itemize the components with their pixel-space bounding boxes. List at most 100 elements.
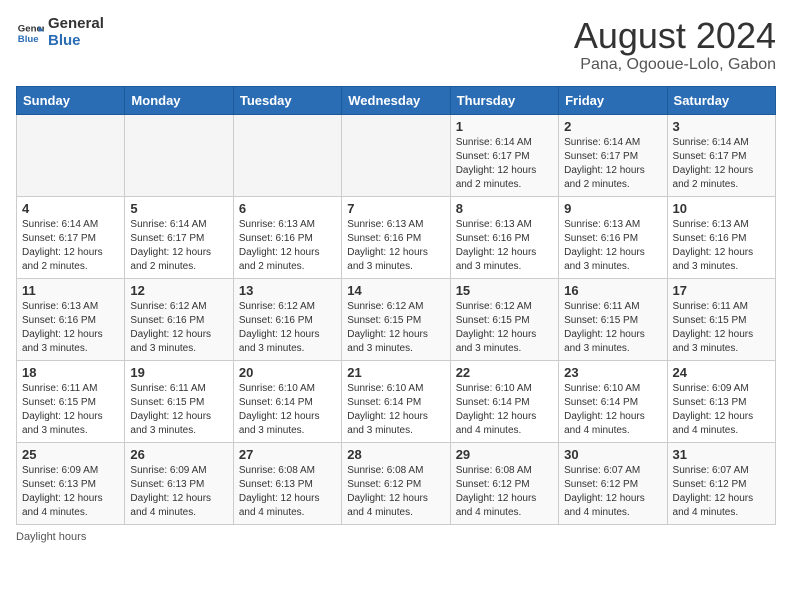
calendar-cell: 2 Sunrise: 6:14 AM Sunset: 6:17 PM Daylig… <box>559 114 667 196</box>
day-number: 14 <box>347 283 444 298</box>
calendar-week-row: 4 Sunrise: 6:14 AM Sunset: 6:17 PM Daylig… <box>17 196 776 278</box>
calendar-cell: 7 Sunrise: 6:13 AM Sunset: 6:16 PM Daylig… <box>342 196 450 278</box>
day-info: Sunrise: 6:13 AM Sunset: 6:16 PM Dayligh… <box>22 300 119 356</box>
calendar-header-row: SundayMondayTuesdayWednesdayThursdayFrid… <box>17 86 776 114</box>
day-info: Sunrise: 6:09 AM Sunset: 6:13 PM Dayligh… <box>22 464 119 520</box>
calendar-cell: 24 Sunrise: 6:09 AM Sunset: 6:13 PM Dayli… <box>667 360 775 442</box>
logo-icon: General Blue <box>16 19 44 47</box>
day-info: Sunrise: 6:10 AM Sunset: 6:14 PM Dayligh… <box>456 382 553 438</box>
day-info: Sunrise: 6:07 AM Sunset: 6:12 PM Dayligh… <box>564 464 661 520</box>
day-info: Sunrise: 6:10 AM Sunset: 6:14 PM Dayligh… <box>239 382 336 438</box>
day-info: Sunrise: 6:12 AM Sunset: 6:15 PM Dayligh… <box>347 300 444 356</box>
day-info: Sunrise: 6:11 AM Sunset: 6:15 PM Dayligh… <box>673 300 770 356</box>
day-info: Sunrise: 6:14 AM Sunset: 6:17 PM Dayligh… <box>673 136 770 192</box>
day-number: 7 <box>347 201 444 216</box>
day-number: 29 <box>456 447 553 462</box>
header: General Blue General Blue August 2024 Pa… <box>16 16 776 74</box>
day-header-friday: Friday <box>559 86 667 114</box>
calendar-cell: 17 Sunrise: 6:11 AM Sunset: 6:15 PM Dayli… <box>667 278 775 360</box>
day-info: Sunrise: 6:11 AM Sunset: 6:15 PM Dayligh… <box>130 382 227 438</box>
calendar-cell <box>342 114 450 196</box>
day-info: Sunrise: 6:14 AM Sunset: 6:17 PM Dayligh… <box>130 218 227 274</box>
calendar-cell: 25Sunrise: 6:09 AM Sunset: 6:13 PM Dayli… <box>17 442 125 524</box>
logo-general-text: General <box>48 16 104 33</box>
calendar-cell: 23 Sunrise: 6:10 AM Sunset: 6:14 PM Dayli… <box>559 360 667 442</box>
day-info: Sunrise: 6:12 AM Sunset: 6:16 PM Dayligh… <box>239 300 336 356</box>
calendar-cell: 18 Sunrise: 6:11 AM Sunset: 6:15 PM Dayli… <box>17 360 125 442</box>
calendar-cell <box>17 114 125 196</box>
calendar-cell: 28Sunrise: 6:08 AM Sunset: 6:12 PM Dayli… <box>342 442 450 524</box>
svg-text:Blue: Blue <box>18 33 39 44</box>
day-header-tuesday: Tuesday <box>233 86 341 114</box>
day-number: 20 <box>239 365 336 380</box>
day-number: 27 <box>239 447 336 462</box>
day-header-wednesday: Wednesday <box>342 86 450 114</box>
day-number: 10 <box>673 201 770 216</box>
day-number: 13 <box>239 283 336 298</box>
calendar-week-row: 18 Sunrise: 6:11 AM Sunset: 6:15 PM Dayli… <box>17 360 776 442</box>
day-number: 5 <box>130 201 227 216</box>
calendar-cell: 4Sunrise: 6:14 AM Sunset: 6:17 PM Daylig… <box>17 196 125 278</box>
day-info: Sunrise: 6:11 AM Sunset: 6:15 PM Dayligh… <box>22 382 119 438</box>
day-number: 8 <box>456 201 553 216</box>
day-number: 28 <box>347 447 444 462</box>
day-number: 4 <box>22 201 119 216</box>
calendar-cell: 1 Sunrise: 6:14 AM Sunset: 6:17 PM Daylig… <box>450 114 558 196</box>
calendar-cell: 27Sunrise: 6:08 AM Sunset: 6:13 PM Dayli… <box>233 442 341 524</box>
calendar-title: August 2024 <box>574 16 776 56</box>
day-number: 31 <box>673 447 770 462</box>
calendar-cell: 31Sunrise: 6:07 AM Sunset: 6:12 PM Dayli… <box>667 442 775 524</box>
day-number: 30 <box>564 447 661 462</box>
day-info: Sunrise: 6:13 AM Sunset: 6:16 PM Dayligh… <box>239 218 336 274</box>
day-info: Sunrise: 6:10 AM Sunset: 6:14 PM Dayligh… <box>564 382 661 438</box>
day-info: Sunrise: 6:13 AM Sunset: 6:16 PM Dayligh… <box>564 218 661 274</box>
day-header-monday: Monday <box>125 86 233 114</box>
logo: General Blue General Blue <box>16 16 104 49</box>
calendar-cell: 13 Sunrise: 6:12 AM Sunset: 6:16 PM Dayli… <box>233 278 341 360</box>
calendar-cell: 16Sunrise: 6:11 AM Sunset: 6:15 PM Dayli… <box>559 278 667 360</box>
day-number: 17 <box>673 283 770 298</box>
day-number: 19 <box>130 365 227 380</box>
day-number: 3 <box>673 119 770 134</box>
day-header-sunday: Sunday <box>17 86 125 114</box>
day-info: Sunrise: 6:09 AM Sunset: 6:13 PM Dayligh… <box>673 382 770 438</box>
day-info: Sunrise: 6:13 AM Sunset: 6:16 PM Dayligh… <box>456 218 553 274</box>
day-info: Sunrise: 6:09 AM Sunset: 6:13 PM Dayligh… <box>130 464 227 520</box>
footer: Daylight hours <box>16 531 776 543</box>
day-info: Sunrise: 6:12 AM Sunset: 6:15 PM Dayligh… <box>456 300 553 356</box>
day-info: Sunrise: 6:12 AM Sunset: 6:16 PM Dayligh… <box>130 300 227 356</box>
calendar-cell <box>233 114 341 196</box>
calendar-cell: 21 Sunrise: 6:10 AM Sunset: 6:14 PM Dayli… <box>342 360 450 442</box>
day-number: 1 <box>456 119 553 134</box>
calendar-week-row: 1 Sunrise: 6:14 AM Sunset: 6:17 PM Daylig… <box>17 114 776 196</box>
day-number: 21 <box>347 365 444 380</box>
day-info: Sunrise: 6:10 AM Sunset: 6:14 PM Dayligh… <box>347 382 444 438</box>
day-number: 24 <box>673 365 770 380</box>
day-info: Sunrise: 6:13 AM Sunset: 6:16 PM Dayligh… <box>673 218 770 274</box>
calendar-cell: 15 Sunrise: 6:12 AM Sunset: 6:15 PM Dayli… <box>450 278 558 360</box>
calendar-table: SundayMondayTuesdayWednesdayThursdayFrid… <box>16 86 776 525</box>
daylight-label: Daylight hours <box>16 531 86 543</box>
logo-blue-text: Blue <box>48 33 104 50</box>
day-number: 26 <box>130 447 227 462</box>
day-info: Sunrise: 6:14 AM Sunset: 6:17 PM Dayligh… <box>456 136 553 192</box>
day-number: 15 <box>456 283 553 298</box>
day-number: 6 <box>239 201 336 216</box>
day-number: 12 <box>130 283 227 298</box>
day-number: 18 <box>22 365 119 380</box>
calendar-cell: 26 Sunrise: 6:09 AM Sunset: 6:13 PM Dayli… <box>125 442 233 524</box>
day-info: Sunrise: 6:14 AM Sunset: 6:17 PM Dayligh… <box>564 136 661 192</box>
day-info: Sunrise: 6:13 AM Sunset: 6:16 PM Dayligh… <box>347 218 444 274</box>
calendar-week-row: 25Sunrise: 6:09 AM Sunset: 6:13 PM Dayli… <box>17 442 776 524</box>
calendar-cell: 12 Sunrise: 6:12 AM Sunset: 6:16 PM Dayli… <box>125 278 233 360</box>
calendar-cell: 29Sunrise: 6:08 AM Sunset: 6:12 PM Dayli… <box>450 442 558 524</box>
calendar-week-row: 11Sunrise: 6:13 AM Sunset: 6:16 PM Dayli… <box>17 278 776 360</box>
calendar-cell: 30 Sunrise: 6:07 AM Sunset: 6:12 PM Dayli… <box>559 442 667 524</box>
calendar-subtitle: Pana, Ogooue-Lolo, Gabon <box>574 56 776 74</box>
day-number: 2 <box>564 119 661 134</box>
calendar-cell: 11Sunrise: 6:13 AM Sunset: 6:16 PM Dayli… <box>17 278 125 360</box>
day-header-thursday: Thursday <box>450 86 558 114</box>
calendar-cell: 10 Sunrise: 6:13 AM Sunset: 6:16 PM Dayli… <box>667 196 775 278</box>
day-number: 23 <box>564 365 661 380</box>
day-number: 9 <box>564 201 661 216</box>
